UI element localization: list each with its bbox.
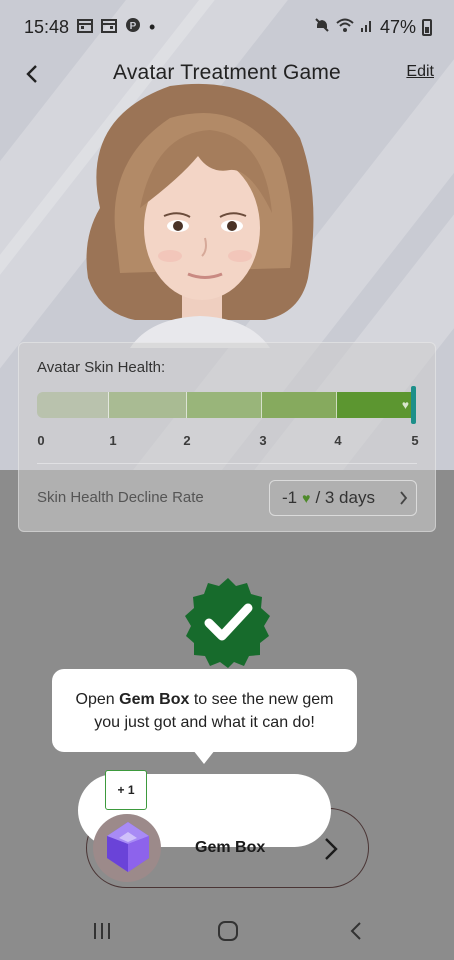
divider bbox=[37, 463, 417, 464]
calendar-icon bbox=[101, 17, 118, 38]
health-segment bbox=[109, 392, 187, 418]
chevron-right-icon bbox=[325, 838, 338, 860]
decline-rate-label: Skin Health Decline Rate bbox=[37, 489, 204, 506]
decline-rate-value: -1 bbox=[282, 488, 298, 507]
new-gem-badge: + 1 bbox=[105, 770, 147, 810]
scale-tick: 3 bbox=[259, 433, 267, 448]
pinterest-icon: P bbox=[125, 17, 141, 38]
scale-tick: 1 bbox=[109, 433, 117, 448]
health-segment: ♥ bbox=[337, 392, 413, 418]
system-nav-bar bbox=[0, 900, 454, 960]
skin-health-card: Avatar Skin Health: ♥ 0 1 2 3 4 5 Skin H… bbox=[18, 342, 436, 532]
calendar-icon bbox=[77, 17, 94, 38]
health-segment bbox=[37, 392, 109, 418]
scale-tick: 5 bbox=[411, 433, 419, 448]
gem-icon bbox=[107, 822, 149, 872]
battery-percent: 47% bbox=[379, 16, 416, 37]
skin-health-bar: ♥ bbox=[37, 386, 416, 424]
chevron-right-icon bbox=[400, 491, 408, 505]
tooltip-text: Open bbox=[75, 691, 120, 708]
home-button[interactable] bbox=[213, 918, 243, 944]
health-segment bbox=[262, 392, 337, 418]
scale-tick: 0 bbox=[37, 433, 45, 448]
signal-icon bbox=[360, 17, 374, 38]
svg-text:P: P bbox=[130, 21, 137, 32]
health-scale: 0 1 2 3 4 5 bbox=[37, 433, 421, 449]
system-back-button[interactable] bbox=[341, 918, 371, 944]
decline-rate-period: / 3 days bbox=[315, 488, 375, 507]
avatar-image bbox=[86, 83, 314, 348]
checkmark-badge-icon bbox=[185, 578, 270, 668]
status-bar: 15:48 P • 47% bbox=[0, 0, 454, 54]
tooltip-emphasis: Gem Box bbox=[119, 691, 190, 708]
heart-icon: ♥ bbox=[302, 490, 311, 506]
health-level-marker bbox=[411, 386, 416, 424]
back-icon bbox=[350, 922, 361, 940]
recent-apps-button[interactable] bbox=[87, 918, 117, 944]
mute-icon bbox=[314, 17, 330, 38]
heart-icon: ♥ bbox=[401, 398, 409, 412]
decline-rate-button[interactable]: -1 ♥ / 3 days bbox=[269, 480, 417, 516]
scale-tick: 2 bbox=[183, 433, 191, 448]
home-icon bbox=[218, 921, 238, 941]
edit-button[interactable]: Edit bbox=[406, 63, 434, 81]
skin-health-title: Avatar Skin Health: bbox=[37, 359, 166, 376]
notification-dot: • bbox=[149, 16, 156, 37]
clock: 15:48 bbox=[24, 16, 70, 37]
recent-apps-icon bbox=[94, 923, 110, 939]
health-segment bbox=[187, 392, 262, 418]
wifi-icon bbox=[336, 17, 354, 38]
battery-icon bbox=[422, 18, 432, 36]
tooltip-pointer bbox=[193, 750, 215, 764]
gem-box-tooltip: Open Gem Box to see the new gem you just… bbox=[52, 669, 357, 752]
scale-tick: 4 bbox=[334, 433, 342, 448]
gem-box-label: Gem Box bbox=[195, 839, 266, 856]
